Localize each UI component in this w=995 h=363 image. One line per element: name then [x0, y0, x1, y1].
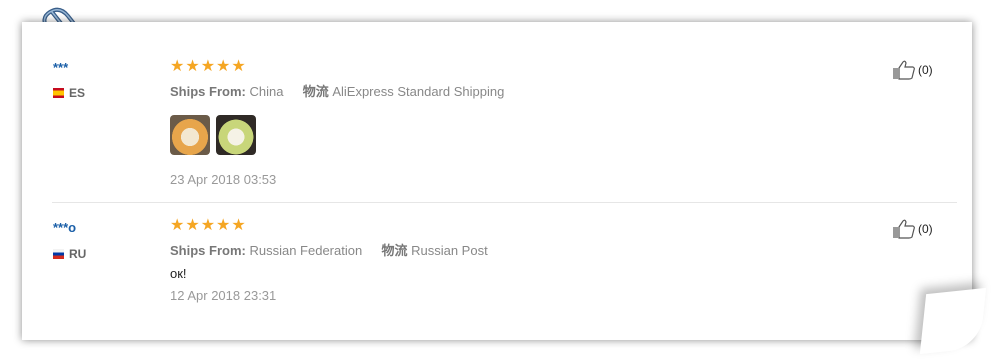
ships-from-value: China	[249, 84, 284, 99]
review-comment: ок!	[170, 266, 187, 281]
thumbs-up-icon	[893, 60, 915, 80]
page-curl	[919, 287, 987, 355]
helpful-count: (0)	[918, 63, 933, 77]
reviewer-country: ES	[53, 86, 85, 100]
logistics-value: Russian Post	[411, 243, 488, 258]
country-code: RU	[69, 247, 87, 261]
logistics-label: 物流	[381, 243, 408, 258]
ships-from-label: Ships From:	[170, 243, 246, 258]
rating-stars: ★★★★★	[170, 58, 247, 75]
ships-from-value: Russian Federation	[249, 243, 363, 258]
russia-flag-icon	[53, 249, 64, 259]
logistics-label: 物流	[302, 84, 329, 99]
review-item: *** ES ★★★★★ Ships From: China 物流 AliExp…	[22, 22, 972, 202]
review-photos	[170, 115, 256, 155]
review-divider	[52, 202, 957, 203]
review-date: 23 Apr 2018 03:53	[170, 172, 277, 187]
review-photo-thumbnail[interactable]	[170, 115, 210, 155]
shipping-info: Ships From: China 物流 AliExpress Standard…	[170, 81, 504, 100]
shipping-info: Ships From: Russian Federation 物流 Russia…	[170, 240, 488, 259]
reviewer-country: RU	[53, 247, 86, 261]
review-date: 12 Apr 2018 23:31	[170, 288, 277, 303]
review-item: ***o RU ★★★★★ Ships From: Russian Federa…	[22, 204, 972, 334]
helpful-count: (0)	[918, 222, 933, 236]
review-photo-thumbnail[interactable]	[216, 115, 256, 155]
reviewer-name: ***o	[53, 220, 77, 235]
ships-from-label: Ships From:	[170, 84, 246, 99]
logistics-value: AliExpress Standard Shipping	[332, 84, 505, 99]
spain-flag-icon	[53, 88, 64, 98]
rating-stars: ★★★★★	[170, 217, 247, 234]
reviewer-name: ***	[53, 60, 69, 75]
thumbs-up-icon	[893, 219, 915, 239]
reviews-panel: *** ES ★★★★★ Ships From: China 物流 AliExp…	[22, 22, 972, 340]
country-code: ES	[69, 86, 86, 100]
helpful-button[interactable]: (0)	[892, 60, 933, 80]
helpful-button[interactable]: (0)	[892, 219, 933, 239]
